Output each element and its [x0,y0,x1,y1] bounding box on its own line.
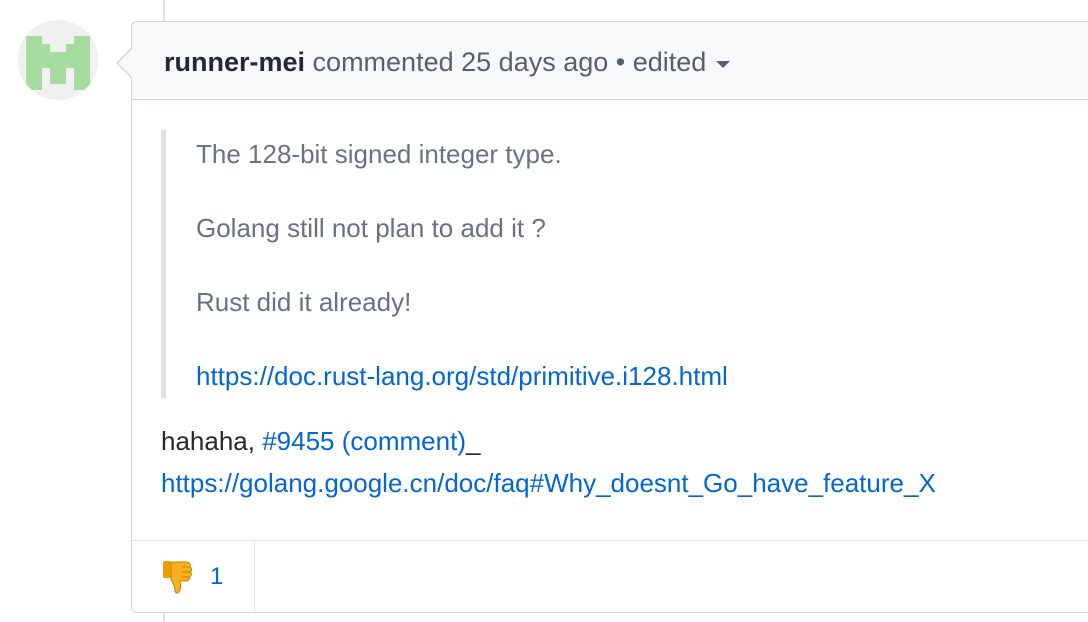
reactions-bar: 1 [132,540,1088,613]
reaction-thumbs-down-button[interactable]: 1 [132,541,255,613]
edited-dropdown[interactable]: edited [633,47,731,77]
reply-prefix: hahaha, [161,426,263,456]
quote-line: Rust did it already! [196,287,412,317]
quote-line: Golang still not plan to add it ? [196,213,546,243]
comment-action: commented [312,47,454,77]
avatar[interactable] [18,20,98,100]
comment-pointer-fill [118,49,132,77]
issue-comment-link[interactable]: #9455 (comment) [262,426,466,456]
author-link[interactable]: runner-mei [164,47,305,77]
quote-line: The 128-bit signed integer type. [196,139,562,169]
identicon-icon [18,20,98,100]
faq-link[interactable]: https://golang.google.cn/doc/faq#Why_doe… [161,468,936,498]
comment-body: The 128-bit signed integer type. Golang … [132,100,1088,504]
reply-suffix: _ [465,426,481,456]
quote-line: https://doc.rust-lang.org/std/primitive.… [196,360,1088,392]
rust-doc-link[interactable]: https://doc.rust-lang.org/std/primitive.… [196,361,728,391]
timeline-line [163,612,165,622]
reply-text: hahaha, #9455 (comment)_ https://golang.… [161,420,1088,504]
timeline-line [163,0,165,22]
timestamp-link[interactable]: 25 days ago [461,47,608,77]
quoted-text: The 128-bit signed integer type. Golang … [161,130,1088,398]
comment-meta: runner-mei commented 25 days ago • edite… [164,46,731,78]
chevron-down-icon [716,61,731,68]
comment-header: runner-mei commented 25 days ago • edite… [132,22,1088,100]
edited-label: edited [632,47,707,77]
thumbs-down-icon [163,561,192,594]
timeline: runner-mei commented 25 days ago • edite… [0,0,1088,622]
reaction-count: 1 [210,563,224,590]
separator-dot: • [615,47,626,77]
comment-box: runner-mei commented 25 days ago • edite… [131,21,1088,613]
